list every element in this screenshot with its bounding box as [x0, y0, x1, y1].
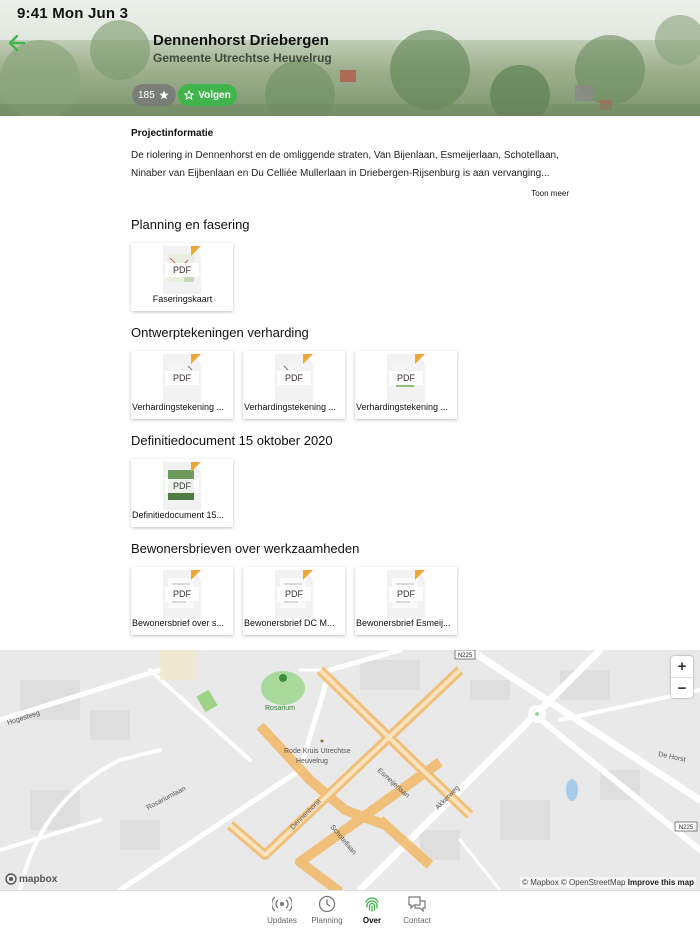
fingerprint-icon — [365, 897, 379, 912]
document-card[interactable]: PDF Faseringskaart — [131, 243, 233, 311]
pdf-badge: PDF — [389, 587, 423, 601]
pdf-badge: PDF — [277, 587, 311, 601]
pdf-badge: PDF — [165, 587, 199, 601]
mapbox-icon — [5, 873, 17, 885]
star-outline-icon — [184, 90, 195, 100]
project-detail-screen: 9:41 Mon Jun 3 Dennenhorst Driebergen Ge… — [0, 0, 700, 934]
tab-label: Over — [362, 916, 382, 925]
zoom-controls: + − — [671, 656, 693, 698]
document-card[interactable]: PDF Verhardingstekening ... — [355, 351, 457, 419]
document-label: Faseringskaart — [152, 294, 213, 304]
broadcast-icon — [272, 896, 292, 912]
project-info-text: De riolering in Dennenhorst en de omligg… — [131, 150, 559, 179]
pdf-badge: PDF — [389, 371, 423, 385]
tab-bar: Updates Planning Over Contact — [0, 890, 700, 934]
follower-count: 185 — [138, 89, 155, 101]
document-label: Verhardingstekening ... — [244, 402, 337, 412]
project-subtitle: Gemeente Utrechtse Heuvelrug — [153, 51, 332, 65]
road-label-n225: N225 — [679, 825, 694, 831]
project-title: Dennenhorst Driebergen — [153, 32, 329, 49]
pdf-badge: PDF — [165, 479, 199, 493]
tab-planning[interactable]: Planning — [302, 895, 352, 925]
zoom-out-button[interactable]: − — [671, 677, 693, 698]
show-more-link[interactable]: Toon meer — [531, 189, 569, 198]
document-label: Definitiedocument 15... — [132, 510, 225, 520]
mapbox-logo-text: mapbox — [19, 873, 58, 885]
document-label: Bewonersbrief DC M... — [244, 618, 335, 628]
follow-button[interactable]: Volgen — [178, 84, 237, 106]
tab-over[interactable]: Over — [347, 895, 397, 925]
project-info-heading: Projectinformatie — [131, 128, 214, 139]
zoom-in-button[interactable]: + — [671, 656, 693, 677]
tab-contact[interactable]: Contact — [392, 895, 442, 925]
tab-label: Updates — [267, 916, 297, 925]
document-card[interactable]: PDF Verhardingstekening ... — [131, 351, 233, 419]
document-label: Bewonersbrief Esmeij... — [356, 618, 451, 628]
map-canvas[interactable]: N225 N225 Hogesteeg Rosarium Rode Kruis … — [0, 650, 700, 890]
document-card[interactable]: PDF Verhardingstekening ... — [243, 351, 345, 419]
clock-icon — [318, 895, 336, 913]
back-arrow-icon[interactable] — [6, 30, 28, 56]
poi-label-rosarium: Rosarium — [265, 705, 295, 712]
tab-label: Planning — [311, 916, 343, 925]
tab-updates[interactable]: Updates — [257, 895, 307, 925]
header-banner: 9:41 Mon Jun 3 Dennenhorst Driebergen Ge… — [0, 0, 700, 116]
document-card[interactable]: PDF Bewonersbrief DC M... — [243, 567, 345, 635]
attribution-text[interactable]: © Mapbox © OpenStreetMap — [522, 878, 625, 887]
star-icon — [159, 90, 169, 100]
tab-label: Contact — [403, 916, 431, 925]
section-title: Definitiedocument 15 oktober 2020 — [131, 433, 333, 448]
section-title: Planning en fasering — [131, 217, 250, 232]
document-label: Verhardingstekening ... — [356, 402, 449, 412]
chat-icon — [408, 896, 426, 913]
section-title: Ontwerptekeningen verharding — [131, 325, 309, 340]
project-map[interactable]: N225 N225 Hogesteeg Rosarium Rode Kruis … — [0, 650, 700, 890]
document-card[interactable]: PDF Definitiedocument 15... — [131, 459, 233, 527]
status-bar-time: 9:41 Mon Jun 3 — [17, 5, 129, 22]
document-card[interactable]: PDF Bewonersbrief Esmeij... — [355, 567, 457, 635]
follow-label: Volgen — [198, 89, 231, 101]
document-card[interactable]: PDF Bewonersbrief over s... — [131, 567, 233, 635]
section-title: Bewonersbrieven over werkzaamheden — [131, 541, 360, 556]
pdf-badge: PDF — [165, 263, 199, 277]
improve-map-link[interactable]: Improve this map — [628, 878, 694, 887]
road-label-n225: N225 — [458, 653, 473, 659]
mapbox-logo[interactable]: mapbox — [5, 873, 57, 885]
follower-count-badge: 185 — [132, 84, 176, 106]
pdf-badge: PDF — [165, 371, 199, 385]
pdf-badge: PDF — [277, 371, 311, 385]
poi-label: Heuvelrug — [296, 758, 328, 765]
document-label: Verhardingstekening ... — [132, 402, 225, 412]
poi-label: Rode Kruis Utrechtse — [284, 748, 351, 755]
document-label: Bewonersbrief over s... — [132, 618, 225, 628]
map-attribution[interactable]: © Mapbox © OpenStreetMap Improve this ma… — [520, 877, 696, 888]
